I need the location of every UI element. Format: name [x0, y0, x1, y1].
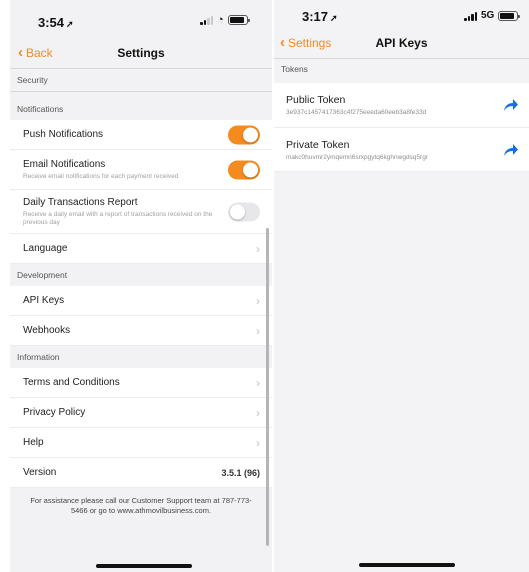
daily-report-toggle[interactable] — [228, 202, 260, 221]
daily-report-label: Daily Transactions Report — [23, 196, 138, 208]
network-label: 5G — [481, 10, 495, 21]
status-time: 3:17 ➚ — [302, 9, 338, 24]
public-token-row: Public Token 3e937c1457417363c4f275eeeda… — [274, 83, 529, 128]
signal-icon — [200, 15, 213, 25]
email-notifications-toggle[interactable] — [228, 160, 260, 179]
email-notifications-description: Receive email notifications for each pay… — [23, 172, 179, 180]
language-label: Language — [23, 243, 68, 254]
battery-icon — [227, 15, 250, 25]
section-header-information: Information — [10, 346, 272, 368]
share-arrow-icon[interactable] — [503, 98, 519, 112]
public-token-value: 3e937c1457417363c4f275eeeda60eeb3a8fe33d — [286, 109, 427, 116]
nav-bar: ‹ Settings API Keys — [274, 30, 529, 60]
chevron-right-icon: › — [256, 375, 260, 390]
privacy-row[interactable]: Privacy Policy › — [10, 398, 272, 428]
home-indicator — [96, 564, 192, 568]
section-header-development: Development — [10, 264, 272, 286]
email-notifications-label: Email Notifications — [23, 158, 106, 170]
share-arrow-icon[interactable] — [503, 143, 519, 157]
tokens-list: Tokens Public Token 3e937c1457417363c4f2… — [274, 59, 529, 172]
status-icons: 5G — [464, 10, 521, 21]
status-icons: ◔ — [200, 14, 250, 26]
chevron-right-icon: › — [256, 323, 260, 338]
signal-icon — [464, 11, 477, 21]
chevron-right-icon: › — [256, 241, 260, 256]
push-notifications-row: Push Notifications — [10, 120, 272, 150]
api-keys-row[interactable]: API Keys › — [10, 286, 272, 316]
section-header-tokens: Tokens — [274, 59, 529, 83]
page-title: Settings — [117, 46, 165, 60]
settings-list: Security Notifications Push Notification… — [10, 69, 272, 516]
push-notifications-label: Push Notifications — [23, 129, 104, 140]
api-keys-screen: 3:17 ➚ 5G ‹ Settings API Keys Tokens Publ… — [274, 0, 529, 572]
nav-bar: ‹ Back Settings — [10, 40, 272, 70]
home-indicator — [359, 563, 455, 567]
chevron-right-icon: › — [256, 293, 260, 308]
settings-screen: 3:54 ➚ ◔ ‹ Back Settings Security Notific… — [10, 0, 272, 572]
api-keys-label: API Keys — [23, 295, 65, 306]
webhooks-label: Webhooks — [23, 325, 71, 336]
version-row: Version 3.5.1 (96) — [10, 458, 272, 488]
chevron-right-icon: › — [256, 435, 260, 450]
language-row[interactable]: Language › — [10, 234, 272, 264]
status-bar: 3:54 ➚ ◔ — [10, 0, 272, 36]
location-arrow-icon: ➚ — [330, 13, 338, 23]
version-label: Version — [23, 467, 57, 478]
private-token-label: Private Token — [286, 138, 350, 151]
wifi-icon: ◔ — [217, 14, 224, 26]
scrollbar[interactable] — [266, 228, 269, 546]
section-header-security: Security — [10, 69, 272, 91]
daily-report-row: Daily Transactions Report Receive a dail… — [10, 190, 272, 234]
private-token-value: makc0huvmr2ymqemn6srxpgytq6kghnwgdsq5rgr — [286, 153, 428, 161]
version-value: 3.5.1 (96) — [221, 467, 260, 478]
terms-row[interactable]: Terms and Conditions › — [10, 368, 272, 398]
chevron-right-icon: › — [256, 405, 260, 420]
private-token-row: Private Token makc0huvmr2ymqemn6srxpgytq… — [274, 128, 529, 172]
support-footnote: For assistance please call our Customer … — [30, 496, 252, 515]
email-notifications-row: Email Notifications Receive email notifi… — [10, 150, 272, 190]
location-arrow-icon: ➚ — [66, 19, 74, 29]
page-title: API Keys — [375, 36, 428, 50]
terms-label: Terms and Conditions — [23, 377, 120, 388]
status-time: 3:54 ➚ — [38, 15, 74, 30]
push-notifications-toggle[interactable] — [228, 125, 260, 144]
help-row[interactable]: Help › — [10, 428, 272, 458]
webhooks-row[interactable]: Webhooks › — [10, 316, 272, 346]
help-label: Help — [23, 437, 44, 448]
battery-icon — [498, 10, 521, 21]
privacy-label: Privacy Policy — [23, 407, 86, 418]
section-header-notifications: Notifications — [10, 98, 272, 120]
public-token-label: Public Token — [286, 94, 346, 106]
